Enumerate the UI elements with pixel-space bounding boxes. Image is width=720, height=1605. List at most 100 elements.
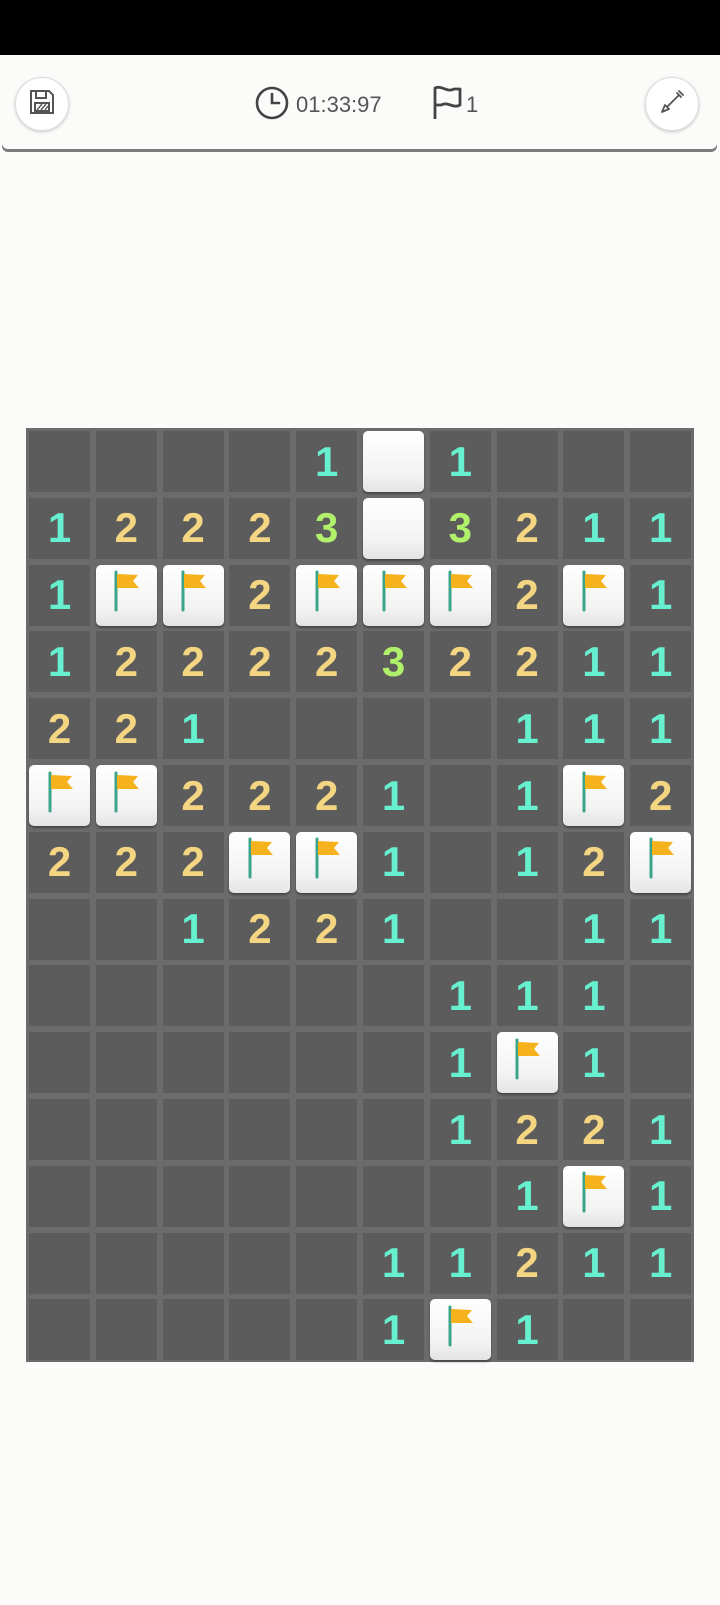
number-cell[interactable]: 1 — [630, 698, 692, 760]
number-cell[interactable]: 1 — [563, 965, 625, 1027]
unrevealed-cell[interactable] — [162, 1232, 224, 1294]
unrevealed-cell[interactable] — [296, 1099, 358, 1160]
unrevealed-cell[interactable] — [162, 1032, 224, 1094]
unrevealed-cell[interactable] — [95, 1032, 157, 1094]
revealed-empty-cell[interactable] — [363, 431, 424, 492]
unrevealed-cell[interactable] — [296, 1232, 358, 1294]
unrevealed-cell[interactable] — [162, 1099, 224, 1160]
number-cell[interactable]: 1 — [363, 1299, 424, 1361]
number-cell[interactable]: 2 — [429, 631, 491, 693]
unrevealed-cell[interactable] — [630, 431, 692, 492]
unrevealed-cell[interactable] — [29, 898, 90, 960]
number-cell[interactable]: 1 — [496, 965, 558, 1027]
number-cell[interactable]: 2 — [229, 631, 291, 693]
number-cell[interactable]: 1 — [429, 1099, 491, 1160]
number-cell[interactable]: 2 — [630, 765, 692, 826]
number-cell[interactable]: 1 — [162, 698, 224, 760]
unrevealed-cell[interactable] — [29, 1032, 90, 1094]
unrevealed-cell[interactable] — [429, 1165, 491, 1227]
flagged-cell[interactable] — [95, 564, 157, 626]
unrevealed-cell[interactable] — [29, 431, 90, 492]
number-cell[interactable]: 1 — [363, 765, 424, 826]
number-cell[interactable]: 2 — [496, 1232, 558, 1294]
number-cell[interactable]: 1 — [630, 631, 692, 693]
unrevealed-cell[interactable] — [429, 698, 491, 760]
unrevealed-cell[interactable] — [229, 1232, 291, 1294]
unrevealed-cell[interactable] — [162, 1299, 224, 1361]
unrevealed-cell[interactable] — [429, 765, 491, 826]
unrevealed-cell[interactable] — [229, 1165, 291, 1227]
number-cell[interactable]: 1 — [363, 1232, 424, 1294]
flagged-cell[interactable] — [429, 1299, 491, 1361]
flagged-cell[interactable] — [429, 564, 491, 626]
number-cell[interactable]: 1 — [429, 965, 491, 1027]
flagged-cell[interactable] — [95, 765, 157, 826]
unrevealed-cell[interactable] — [29, 1099, 90, 1160]
number-cell[interactable]: 2 — [229, 497, 291, 559]
number-cell[interactable]: 1 — [29, 564, 90, 626]
number-cell[interactable]: 2 — [229, 898, 291, 960]
number-cell[interactable]: 1 — [363, 898, 424, 960]
number-cell[interactable]: 2 — [29, 698, 90, 760]
number-cell[interactable]: 1 — [630, 1099, 692, 1160]
unrevealed-cell[interactable] — [29, 1232, 90, 1294]
number-cell[interactable]: 3 — [296, 497, 358, 559]
flagged-cell[interactable] — [363, 564, 424, 626]
number-cell[interactable]: 1 — [630, 1232, 692, 1294]
number-cell[interactable]: 3 — [363, 631, 424, 693]
unrevealed-cell[interactable] — [95, 1099, 157, 1160]
number-cell[interactable]: 1 — [630, 564, 692, 626]
number-cell[interactable]: 2 — [296, 765, 358, 826]
number-cell[interactable]: 1 — [563, 631, 625, 693]
unrevealed-cell[interactable] — [162, 431, 224, 492]
unrevealed-cell[interactable] — [162, 1165, 224, 1227]
unrevealed-cell[interactable] — [229, 1099, 291, 1160]
unrevealed-cell[interactable] — [296, 965, 358, 1027]
unrevealed-cell[interactable] — [95, 965, 157, 1027]
unrevealed-cell[interactable] — [29, 965, 90, 1027]
unrevealed-cell[interactable] — [563, 1299, 625, 1361]
number-cell[interactable]: 2 — [496, 631, 558, 693]
number-cell[interactable]: 1 — [429, 1232, 491, 1294]
number-cell[interactable]: 1 — [563, 1232, 625, 1294]
number-cell[interactable]: 2 — [563, 831, 625, 893]
flagged-cell[interactable] — [563, 765, 625, 826]
unrevealed-cell[interactable] — [229, 698, 291, 760]
number-cell[interactable]: 2 — [95, 631, 157, 693]
unrevealed-cell[interactable] — [229, 1032, 291, 1094]
number-cell[interactable]: 1 — [563, 698, 625, 760]
number-cell[interactable]: 2 — [29, 831, 90, 893]
unrevealed-cell[interactable] — [496, 431, 558, 492]
unrevealed-cell[interactable] — [630, 965, 692, 1027]
number-cell[interactable]: 1 — [496, 765, 558, 826]
unrevealed-cell[interactable] — [95, 898, 157, 960]
unrevealed-cell[interactable] — [296, 1032, 358, 1094]
unrevealed-cell[interactable] — [630, 1299, 692, 1361]
number-cell[interactable]: 2 — [95, 831, 157, 893]
number-cell[interactable]: 2 — [95, 497, 157, 559]
number-cell[interactable]: 2 — [496, 497, 558, 559]
flagged-cell[interactable] — [630, 831, 692, 893]
revealed-empty-cell[interactable] — [363, 497, 424, 559]
flagged-cell[interactable] — [296, 831, 358, 893]
number-cell[interactable]: 2 — [496, 1099, 558, 1160]
number-cell[interactable]: 1 — [429, 1032, 491, 1094]
number-cell[interactable]: 2 — [162, 631, 224, 693]
unrevealed-cell[interactable] — [363, 698, 424, 760]
number-cell[interactable]: 2 — [229, 765, 291, 826]
save-button[interactable] — [15, 77, 69, 131]
flagged-cell[interactable] — [563, 564, 625, 626]
unrevealed-cell[interactable] — [296, 698, 358, 760]
number-cell[interactable]: 2 — [496, 564, 558, 626]
unrevealed-cell[interactable] — [363, 1165, 424, 1227]
unrevealed-cell[interactable] — [296, 1299, 358, 1361]
number-cell[interactable]: 1 — [630, 497, 692, 559]
number-cell[interactable]: 1 — [496, 831, 558, 893]
unrevealed-cell[interactable] — [95, 1232, 157, 1294]
number-cell[interactable]: 1 — [496, 1299, 558, 1361]
unrevealed-cell[interactable] — [496, 898, 558, 960]
number-cell[interactable]: 1 — [29, 631, 90, 693]
flagged-cell[interactable] — [296, 564, 358, 626]
unrevealed-cell[interactable] — [429, 831, 491, 893]
unrevealed-cell[interactable] — [162, 965, 224, 1027]
